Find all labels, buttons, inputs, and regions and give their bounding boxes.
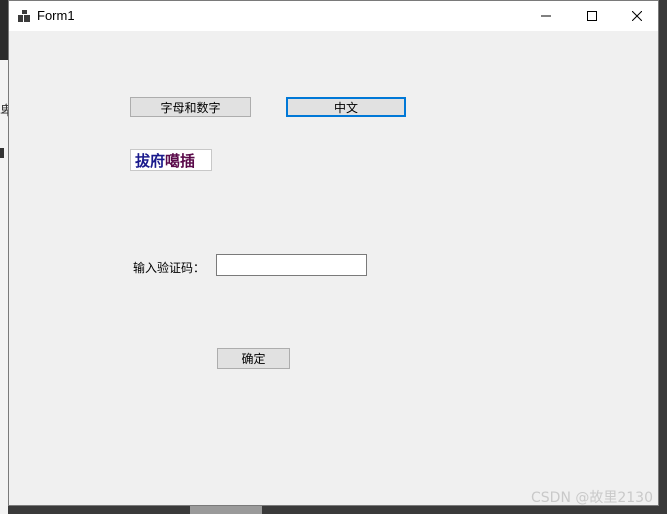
maximize-button[interactable] (569, 1, 615, 31)
close-button[interactable] (614, 1, 660, 31)
taskbar-tab (190, 506, 262, 514)
confirm-button[interactable]: 确定 (217, 348, 290, 369)
watermark-text: CSDN @故里2130 (531, 490, 653, 506)
captcha-char: 拔 (135, 151, 151, 170)
captcha-image: 拔 府 噶 插 (130, 149, 212, 171)
close-icon (632, 11, 642, 21)
background-window: 卑 (0, 0, 13, 514)
minimize-icon (541, 15, 551, 17)
alnum-captcha-button[interactable]: 字母和数字 (130, 97, 251, 117)
captcha-input-label: 输入验证码： (133, 261, 206, 275)
chinese-captcha-button[interactable]: 中文 (286, 97, 406, 117)
captcha-char: 噶 (165, 151, 181, 170)
window-title: Form1 (37, 8, 75, 23)
background-dark-strip (0, 0, 8, 60)
title-bar[interactable]: Form1 (9, 1, 658, 31)
captcha-char: 府 (150, 151, 166, 170)
background-marker (0, 148, 4, 158)
form-window: Form1 字母和数字 中文 拔 府 噶 插 输入验证码： 确定 (8, 0, 659, 506)
maximize-icon (587, 11, 597, 21)
minimize-button[interactable] (523, 1, 569, 31)
captcha-input[interactable] (216, 254, 367, 276)
captcha-char: 插 (180, 151, 196, 170)
app-icon (18, 10, 30, 22)
